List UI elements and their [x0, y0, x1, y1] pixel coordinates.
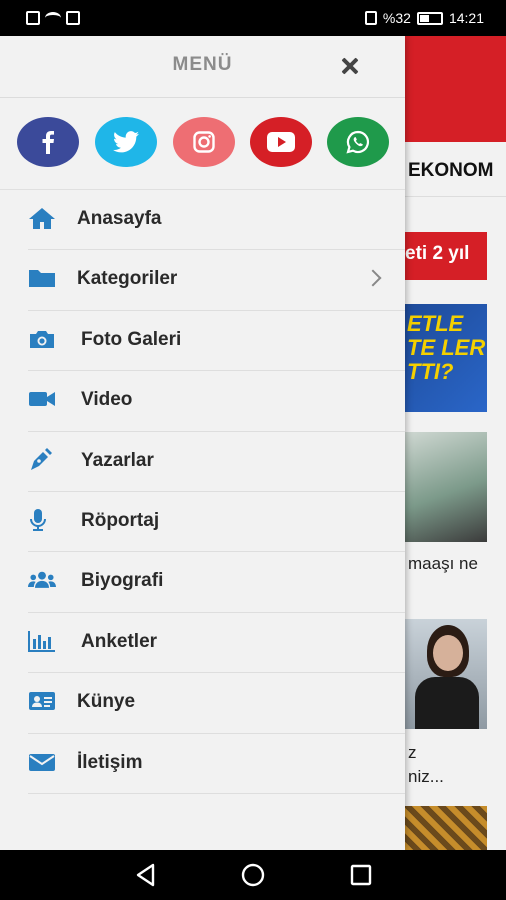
folder-icon [29, 270, 55, 288]
menu-item-kategoriler[interactable]: Kategoriler [28, 250, 405, 311]
recent-apps-icon[interactable] [348, 862, 374, 888]
home-icon [29, 208, 55, 229]
users-icon [28, 572, 56, 589]
bar-chart-icon [28, 630, 55, 652]
drawer-header: MENÜ [0, 36, 405, 98]
wifi-icon [45, 12, 61, 24]
instagram-icon [193, 131, 215, 153]
battery-icon [416, 11, 443, 25]
twitter-button[interactable] [95, 117, 157, 167]
news-image[interactable] [405, 619, 487, 729]
drawer-menu: Anasayfa Kategoriler Foto Galeri Video Y… [0, 190, 405, 794]
battery-percent: %32 [382, 10, 411, 26]
menu-item-label: Anketler [81, 630, 158, 652]
camera-icon [30, 330, 54, 348]
youtube-button[interactable] [250, 117, 312, 167]
whatsapp-icon [346, 130, 370, 154]
facebook-button[interactable] [17, 117, 79, 167]
banner-text: ETLE TE LER TTI? [407, 311, 486, 384]
menu-item-label: Video [81, 389, 133, 411]
close-button[interactable] [338, 53, 364, 79]
menu-item-anasayfa[interactable]: Anasayfa [28, 190, 405, 251]
nfc-icon [66, 11, 80, 25]
menu-item-label: Foto Galeri [81, 328, 182, 350]
instagram-button[interactable] [173, 117, 235, 167]
id-card-icon [29, 692, 55, 711]
news-headline[interactable]: maaşı ne [408, 554, 478, 574]
video-camera-icon [29, 392, 55, 407]
navigation-drawer: MENÜ Anasayfa Kategoriler Foto Galeri Vi… [0, 36, 405, 850]
news-image[interactable] [405, 806, 487, 850]
menu-item-label: Künye [77, 691, 136, 713]
menu-item-video[interactable]: Video [28, 371, 405, 432]
menu-item-label: Biyografi [81, 570, 164, 592]
system-nav-bar [0, 850, 506, 900]
menu-item-roportaj[interactable]: Röportaj [28, 492, 405, 553]
menu-item-label: Yazarlar [81, 449, 154, 471]
pen-icon [31, 447, 52, 470]
menu-item-foto-galeri[interactable]: Foto Galeri [28, 311, 405, 372]
menu-item-kunye[interactable]: Künye [28, 673, 405, 734]
background-app: EKONOM eti 2 yıl ETLE TE LER TTI? maaşı … [405, 36, 506, 850]
clock: 14:21 [448, 10, 484, 26]
menu-item-label: Anasayfa [77, 208, 162, 229]
status-bar: %32 14:21 [0, 0, 506, 36]
youtube-icon [267, 132, 295, 152]
divider [405, 196, 506, 197]
whatsapp-button[interactable] [327, 117, 389, 167]
headline-line: z [408, 743, 417, 762]
chevron-right-icon [364, 269, 382, 287]
category-tab[interactable]: EKONOM [408, 160, 494, 182]
envelope-icon [29, 753, 55, 771]
news-badge[interactable]: eti 2 yıl [405, 232, 487, 280]
person-body [415, 677, 479, 729]
facebook-icon [42, 131, 54, 154]
app-header-bar [405, 36, 506, 142]
person-face [433, 635, 463, 671]
twitter-icon [113, 131, 139, 153]
back-icon[interactable] [133, 862, 159, 888]
menu-item-iletisim[interactable]: İletişim [28, 734, 405, 794]
news-image[interactable] [405, 432, 487, 542]
social-links [0, 98, 405, 190]
menu-item-label: İletişim [77, 751, 143, 773]
vibrate-icon [364, 11, 377, 25]
menu-item-label: Röportaj [81, 509, 160, 531]
menu-item-yazarlar[interactable]: Yazarlar [28, 432, 405, 492]
sim-icon [26, 11, 40, 25]
home-button-icon[interactable] [240, 862, 266, 888]
menu-item-label: Kategoriler [77, 268, 178, 290]
menu-item-biyografi[interactable]: Biyografi [28, 552, 405, 613]
news-image[interactable]: ETLE TE LER TTI? [405, 304, 487, 412]
headline-line: niz... [408, 767, 444, 786]
microphone-icon [30, 508, 46, 531]
menu-item-anketler[interactable]: Anketler [28, 613, 405, 674]
news-headline[interactable]: z niz... [408, 741, 444, 789]
